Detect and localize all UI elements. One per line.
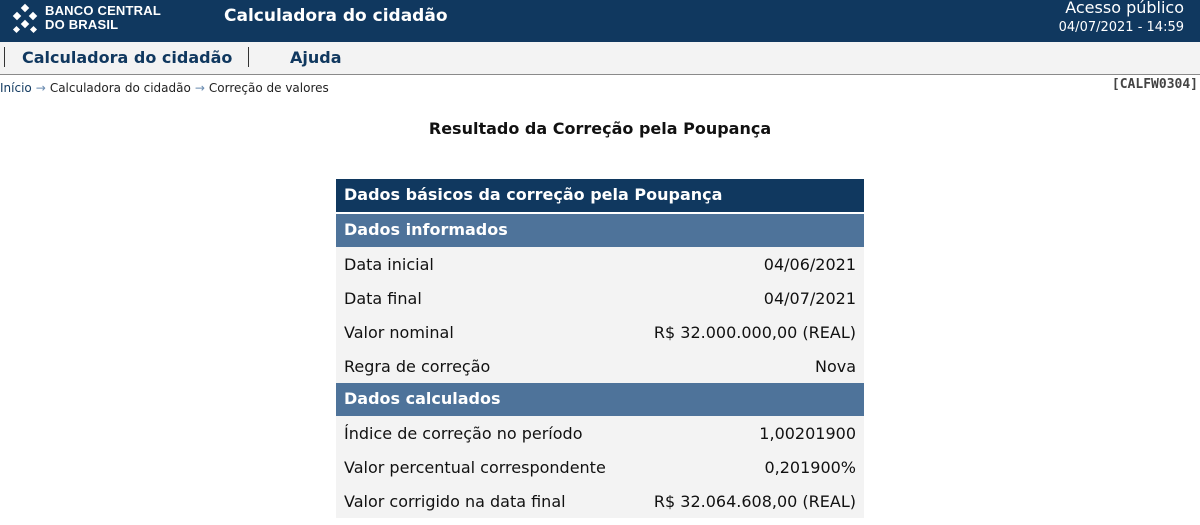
logo-text-line2: DO BRASIL bbox=[45, 17, 119, 32]
row-label: Valor nominal bbox=[344, 322, 454, 342]
app-title: Calculadora do cidadão bbox=[224, 6, 448, 26]
screen-code: [CALFW0304] bbox=[1111, 77, 1198, 92]
menu-divider bbox=[4, 47, 5, 67]
table-row: Valor corrigido na data final R$ 32.064.… bbox=[336, 484, 864, 518]
table-row: Regra de correção Nova bbox=[336, 349, 864, 383]
menu-divider bbox=[248, 47, 249, 67]
logo-text-line1: BANCO CENTRAL bbox=[45, 3, 161, 18]
result-table: Dados básicos da correção pela Poupança … bbox=[336, 179, 864, 518]
menu-item-ajuda[interactable]: Ajuda bbox=[290, 48, 342, 67]
row-value: R$ 32.064.608,00 (REAL) bbox=[653, 491, 856, 511]
section-header-calculados: Dados calculados bbox=[336, 383, 864, 416]
breadcrumb: Início → Calculadora do cidadão → Correção d… bbox=[0, 81, 329, 95]
row-label: Valor corrigido na data final bbox=[344, 491, 566, 511]
current-datetime: 04/07/2021 - 14:59 bbox=[1058, 20, 1184, 35]
table-row: Data final 04/07/2021 bbox=[336, 281, 864, 315]
breadcrumb-item-correcao: Correção de valores bbox=[208, 81, 329, 95]
row-value: R$ 32.000.000,00 (REAL) bbox=[653, 322, 856, 342]
bcb-logo[interactable]: BANCO CENTRAL DO BRASIL bbox=[8, 2, 168, 38]
table-row: Data inicial 04/06/2021 bbox=[336, 247, 864, 281]
breadcrumb-link-inicio[interactable]: Início bbox=[0, 81, 32, 95]
row-label: Data inicial bbox=[344, 254, 434, 274]
bcb-logo-icon bbox=[12, 3, 38, 34]
result-main-header: Dados básicos da correção pela Poupança bbox=[336, 179, 864, 212]
row-label: Data final bbox=[344, 288, 422, 308]
chevron-right-icon: → bbox=[35, 81, 46, 95]
section-header-informados: Dados informados bbox=[336, 214, 864, 247]
row-label: Índice de correção no período bbox=[344, 423, 583, 443]
row-label: Valor percentual correspondente bbox=[344, 457, 606, 477]
main-menu: Calculadora do cidadão Ajuda bbox=[0, 42, 1200, 75]
row-value: Nova bbox=[814, 356, 856, 376]
row-value: 04/06/2021 bbox=[763, 254, 856, 274]
menu-item-calculadora[interactable]: Calculadora do cidadão bbox=[22, 48, 232, 67]
table-row: Índice de correção no período 1,00201900 bbox=[336, 416, 864, 450]
chevron-right-icon: → bbox=[194, 81, 205, 95]
row-label: Regra de correção bbox=[344, 356, 491, 376]
top-header: BANCO CENTRAL DO BRASIL Calculadora do c… bbox=[0, 0, 1200, 42]
table-row: Valor nominal R$ 32.000.000,00 (REAL) bbox=[336, 315, 864, 349]
row-value: 1,00201900 bbox=[759, 423, 856, 443]
breadcrumb-item-calculadora: Calculadora do cidadão bbox=[49, 81, 191, 95]
table-row: Valor percentual correspondente 0,201900… bbox=[336, 450, 864, 484]
row-value: 0,201900% bbox=[764, 457, 856, 477]
access-label: Acesso público bbox=[1065, 0, 1184, 17]
page-title: Resultado da Correção pela Poupança bbox=[428, 119, 772, 138]
row-value: 04/07/2021 bbox=[763, 288, 856, 308]
